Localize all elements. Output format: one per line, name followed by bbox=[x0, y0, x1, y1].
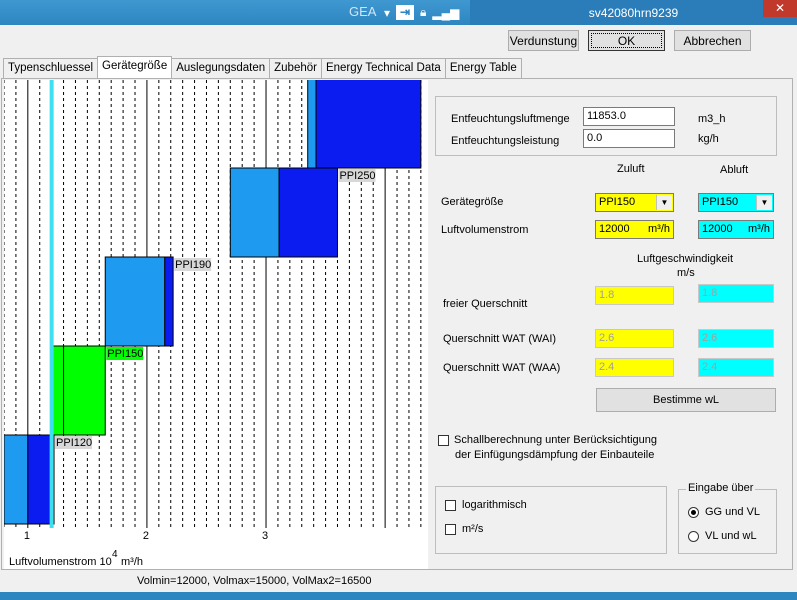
entfeuchtungsleistung-label: Entfeuchtungsleistung bbox=[451, 135, 560, 147]
size-label: PPI150 bbox=[107, 348, 143, 360]
querschnitt-waa-zuluft: 2.4 bbox=[595, 358, 674, 377]
entfeuchtungsleistung-unit: kg/h bbox=[698, 133, 719, 145]
signal-icon: ▂▄▆ bbox=[432, 5, 460, 20]
luftgeschwindigkeit-header: Luftgeschwindigkeit bbox=[637, 253, 734, 265]
app-title: GEA bbox=[349, 4, 377, 19]
querschnitt-wai-zuluft: 2.6 bbox=[595, 329, 674, 348]
pin-icon[interactable]: ⇥ bbox=[396, 5, 415, 20]
host-title: sv42080hrn9239 bbox=[588, 6, 679, 20]
radio-vl-wl-label: VL und wL bbox=[705, 530, 757, 542]
size-label: PPI250 bbox=[339, 170, 375, 182]
radio-gg-vl[interactable] bbox=[688, 507, 699, 518]
tab-bar: Typenschluessel Gerätegröße Auslegungsda… bbox=[3, 56, 522, 78]
querschnitt-waa-label: Querschnitt WAT (WAA) bbox=[443, 362, 561, 374]
x-tick-label: 1 bbox=[24, 530, 30, 542]
entfeuchtungsluftmenge-unit: m3_h bbox=[698, 113, 726, 125]
entfeuchtungsluftmenge-label: Entfeuchtungsluftmenge bbox=[451, 113, 570, 125]
taskbar-strip bbox=[0, 592, 797, 600]
m2s-checkbox[interactable] bbox=[445, 524, 456, 535]
luftvolumenstrom-abluft-input[interactable]: 12000 m³/h bbox=[698, 220, 774, 239]
size-bar-dark bbox=[278, 167, 338, 258]
eingabe-group bbox=[678, 489, 777, 554]
lock-icon[interactable]: 🔒︎ bbox=[420, 5, 426, 20]
entfeuchtungsleistung-input[interactable]: 0.0 bbox=[583, 129, 675, 148]
schall-label-line2: der Einfügungsdämpfung der Einbauteile bbox=[455, 449, 655, 461]
chevron-down-icon[interactable]: ▾ bbox=[384, 6, 390, 20]
schall-label-line1: Schallberechnung unter Berücksichtigung bbox=[454, 434, 658, 446]
size-label: PPI120 bbox=[56, 437, 92, 449]
close-icon[interactable]: ✕ bbox=[763, 0, 797, 17]
zuluft-header: Zuluft bbox=[617, 163, 645, 175]
querschnitt-wai-abluft: 2.6 bbox=[698, 329, 774, 348]
x-axis-exponent: 4 bbox=[112, 549, 118, 560]
tab-energy-technical-data[interactable]: Energy Technical Data bbox=[320, 58, 446, 78]
freier-querschnitt-zuluft: 1.8 bbox=[595, 286, 674, 305]
size-bar-dark bbox=[164, 256, 174, 347]
geraetegroesse-zuluft-value: PPI150 bbox=[599, 196, 636, 208]
logarithmisch-label: logarithmisch bbox=[462, 499, 527, 511]
x-tick-label: 3 bbox=[262, 530, 268, 542]
abluft-header: Abluft bbox=[720, 164, 749, 176]
luftvolumenstrom-label: Luftvolumenstrom bbox=[441, 224, 529, 236]
radio-vl-wl[interactable] bbox=[688, 531, 699, 542]
luftvolumenstrom-zuluft-input[interactable]: 12000 m³/h bbox=[595, 220, 674, 239]
status-text: Volmin=12000, Volmax=15000, VolMax2=1650… bbox=[137, 575, 372, 587]
size-bar-light bbox=[229, 167, 280, 258]
size-chart-svg: PPI120 PPI150 PPI190 PPI250 1 2 3 Luftvolumenst… bbox=[3, 78, 422, 568]
m2s-label: m²/s bbox=[462, 523, 484, 535]
ok-button[interactable]: OK bbox=[588, 30, 665, 51]
abbrechen-button[interactable]: Abbrechen bbox=[674, 30, 751, 51]
tab-typenschluessel[interactable]: Typenschluessel bbox=[3, 58, 99, 78]
bestimme-wl-button[interactable]: Bestimme wL bbox=[596, 388, 776, 412]
host-title-bar: sv42080hrn9239 bbox=[470, 0, 797, 25]
geraetegroesse-abluft-value: PPI150 bbox=[702, 196, 739, 208]
tab-geraetegroesse[interactable]: Gerätegröße bbox=[97, 56, 173, 78]
tab-energy-table[interactable]: Energy Table bbox=[444, 58, 522, 78]
size-chart: PPI120 PPI150 PPI190 PPI250 1 2 3 Luftvolumenst… bbox=[3, 78, 428, 569]
geraetegroesse-label: Gerätegröße bbox=[441, 196, 504, 208]
querschnitt-wai-label: Querschnitt WAT (WAI) bbox=[443, 333, 557, 345]
freier-querschnitt-abluft: 1.8 bbox=[698, 284, 774, 303]
size-bar-dark bbox=[63, 345, 106, 436]
luftgeschwindigkeit-unit: m/s bbox=[677, 267, 695, 279]
verdunstung-button[interactable]: Verdunstung bbox=[508, 30, 579, 51]
size-bar-dark bbox=[315, 78, 422, 169]
size-bar-light bbox=[3, 434, 29, 525]
chevron-down-icon[interactable]: ▼ bbox=[656, 195, 672, 210]
entfeuchtungsluftmenge-input[interactable]: 11853.0 bbox=[583, 107, 675, 126]
radio-gg-vl-label: GG und VL bbox=[705, 506, 761, 518]
luftvolumenstrom-zuluft-unit: m³/h bbox=[648, 223, 670, 235]
x-axis-label: Luftvolumenstrom 10 bbox=[9, 556, 112, 568]
size-bar-light bbox=[307, 78, 317, 169]
title-icons: ▾ ⇥ 🔒︎ ▂▄▆ bbox=[384, 3, 459, 22]
size-bar-light bbox=[104, 256, 166, 347]
querschnitt-waa-abluft: 2.4 bbox=[698, 358, 774, 377]
logarithmisch-checkbox[interactable] bbox=[445, 500, 456, 511]
luftvolumenstrom-zuluft-value: 12000 bbox=[599, 223, 630, 235]
geraetegroesse-zuluft-select[interactable]: PPI150 ▼ bbox=[595, 193, 674, 212]
x-axis-unit: m³/h bbox=[121, 556, 143, 568]
x-tick-label: 2 bbox=[143, 530, 149, 542]
tab-auslegungsdaten[interactable]: Auslegungsdaten bbox=[171, 58, 271, 78]
luftvolumenstrom-abluft-value: 12000 bbox=[702, 223, 733, 235]
freier-querschnitt-label: freier Querschnitt bbox=[443, 298, 528, 310]
schall-checkbox[interactable] bbox=[438, 435, 449, 446]
size-label: PPI190 bbox=[175, 259, 211, 271]
geraetegroesse-abluft-select[interactable]: PPI150 ▼ bbox=[698, 193, 774, 212]
title-bar: GEA ▾ ⇥ 🔒︎ ▂▄▆ sv42080hrn9239 ✕ bbox=[0, 0, 797, 25]
status-bar: Volmin=12000, Volmax=15000, VolMax2=1650… bbox=[0, 573, 797, 590]
luftvolumenstrom-abluft-unit: m³/h bbox=[748, 223, 770, 235]
chevron-down-icon[interactable]: ▼ bbox=[756, 195, 772, 210]
eingabe-legend: Eingabe über bbox=[686, 482, 756, 494]
display-options-group bbox=[435, 486, 667, 554]
tab-zubehoer[interactable]: Zubehör bbox=[269, 58, 322, 78]
